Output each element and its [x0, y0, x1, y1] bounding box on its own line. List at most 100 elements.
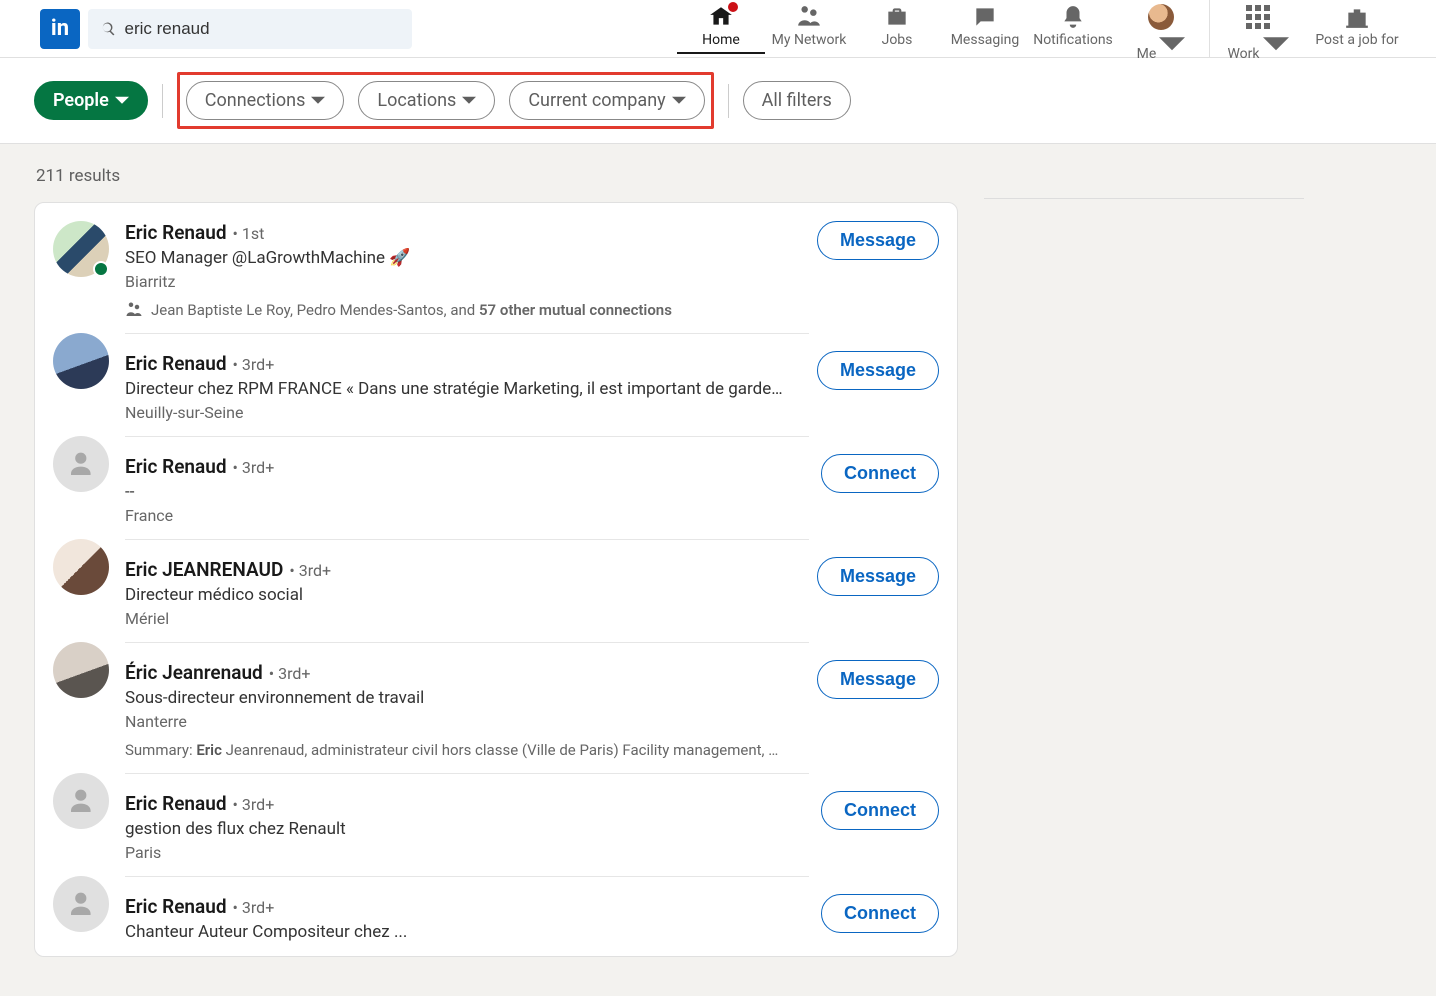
primary-nav: Home My Network Jobs Messaging Notificat…	[677, 0, 1412, 58]
caret-down-icon	[311, 94, 325, 108]
nav-work[interactable]: Work	[1214, 0, 1302, 62]
filter-all-filters[interactable]: All filters	[743, 81, 851, 120]
nav-notifications[interactable]: Notifications	[1029, 0, 1117, 48]
result-main: Éric Jeanrenaud • 3rd+ Sous-directeur envi…	[125, 642, 809, 759]
result-action-col: Connect	[809, 436, 939, 525]
connection-degree: • 3rd+	[269, 664, 311, 683]
filter-divider	[728, 84, 729, 118]
filter-locations[interactable]: Locations	[358, 81, 495, 120]
right-rail-placeholder	[984, 198, 1304, 206]
result-avatar[interactable]	[53, 221, 109, 277]
linkedin-logo[interactable]: in	[40, 9, 80, 49]
connect-button[interactable]: Connect	[821, 454, 939, 493]
search-box[interactable]	[88, 9, 412, 49]
message-button[interactable]: Message	[817, 660, 939, 699]
filter-divider	[162, 84, 163, 118]
nav-home[interactable]: Home	[677, 0, 765, 48]
results-count: 211 results	[36, 166, 1402, 186]
result-action-col: Connect	[809, 876, 939, 942]
connection-degree: • 1st	[233, 224, 265, 243]
network-icon	[796, 4, 822, 30]
search-result: Eric Renaud• 1stSEO Manager @LaGrowthMac…	[53, 203, 939, 333]
connection-degree: • 3rd+	[233, 898, 275, 917]
result-action-col: Message	[809, 642, 939, 759]
result-main: Eric Renaud• 1stSEO Manager @LaGrowthMac…	[125, 221, 809, 319]
result-name-link[interactable]: Eric JEANRENAUD	[125, 558, 283, 581]
connection-degree: • 3rd+	[289, 561, 331, 580]
result-avatar[interactable]	[53, 642, 109, 698]
result-name-link[interactable]: Eric Renaud	[125, 455, 227, 478]
search-result: Eric JEANRENAUD • 3rd+ Directeur médico so…	[53, 539, 939, 642]
search-icon	[100, 20, 117, 38]
result-location: Neuilly-sur-Seine	[125, 403, 809, 422]
search-result: Eric Renaud • 3rd+ -- France Connect	[53, 436, 939, 539]
briefcase-icon	[884, 4, 910, 30]
result-avatar[interactable]	[53, 876, 109, 932]
result-name-link[interactable]: Eric Renaud	[125, 221, 227, 244]
nav-me[interactable]: Me	[1117, 0, 1205, 62]
search-result: Éric Jeanrenaud • 3rd+ Sous-directeur envi…	[53, 642, 939, 773]
nav-post-job[interactable]: Post a job for	[1302, 0, 1412, 48]
connection-degree: • 3rd+	[233, 355, 275, 374]
result-action-col: Message	[809, 539, 939, 628]
message-icon	[972, 4, 998, 30]
result-main: Eric Renaud • 3rd+ gestion des flux chez R…	[125, 773, 809, 862]
grid-icon	[1246, 5, 1270, 29]
result-action-col: Message	[809, 333, 939, 422]
result-headline: Directeur chez RPM FRANCE « Dans une str…	[125, 379, 785, 399]
notification-badge	[726, 0, 740, 14]
result-summary: Summary: Eric Jeanrenaud, administrateur…	[125, 741, 785, 759]
global-header: in Home My Network Jobs Messaging Notifi…	[0, 0, 1436, 58]
result-action-col: Message	[809, 221, 939, 319]
result-name-link[interactable]: Éric Jeanrenaud	[125, 661, 263, 684]
connect-button[interactable]: Connect	[821, 791, 939, 830]
filter-people[interactable]: People	[34, 81, 148, 120]
filter-connections[interactable]: Connections	[186, 81, 345, 120]
search-filter-bar: People Connections Locations Current com…	[0, 58, 1436, 144]
people-icon	[125, 301, 143, 319]
caret-down-icon	[115, 94, 129, 108]
results-card: Eric Renaud• 1stSEO Manager @LaGrowthMac…	[34, 202, 958, 957]
caret-down-icon	[1159, 32, 1185, 58]
result-avatar[interactable]	[53, 773, 109, 829]
result-name-link[interactable]: Eric Renaud	[125, 895, 227, 918]
result-avatar[interactable]	[53, 539, 109, 595]
me-avatar	[1148, 4, 1174, 30]
result-headline: Chanteur Auteur Compositeur chez ...	[125, 922, 785, 942]
result-main: Eric JEANRENAUD • 3rd+ Directeur médico so…	[125, 539, 809, 628]
highlighted-filter-group: Connections Locations Current company	[177, 72, 714, 129]
result-avatar[interactable]	[53, 333, 109, 389]
result-main: Eric Renaud • 3rd+ Directeur chez RPM FRAN…	[125, 333, 809, 422]
post-job-icon	[1344, 4, 1370, 30]
message-button[interactable]: Message	[817, 557, 939, 596]
result-name-link[interactable]: Eric Renaud	[125, 352, 227, 375]
result-headline: gestion des flux chez Renault	[125, 819, 785, 839]
message-button[interactable]: Message	[817, 351, 939, 390]
search-results-region: 211 results Eric Renaud• 1stSEO Manager …	[0, 144, 1436, 971]
result-headline: --	[125, 482, 785, 502]
nav-messaging[interactable]: Messaging	[941, 0, 1029, 48]
search-result: Eric Renaud • 3rd+ Chanteur Auteur Composi…	[53, 876, 939, 956]
filter-current-company[interactable]: Current company	[509, 81, 704, 120]
nav-jobs[interactable]: Jobs	[853, 0, 941, 48]
nav-divider	[1209, 0, 1210, 58]
result-name-link[interactable]: Eric Renaud	[125, 792, 227, 815]
caret-down-icon	[1263, 32, 1289, 58]
search-input[interactable]	[125, 19, 400, 39]
result-action-col: Connect	[809, 773, 939, 862]
message-button[interactable]: Message	[817, 221, 939, 260]
result-headline: Sous-directeur environnement de travail	[125, 688, 785, 708]
bell-icon	[1060, 4, 1086, 30]
result-location: France	[125, 506, 809, 525]
search-result: Eric Renaud • 3rd+ gestion des flux chez R…	[53, 773, 939, 876]
connection-degree: • 3rd+	[233, 458, 275, 477]
caret-down-icon	[462, 94, 476, 108]
result-location: Paris	[125, 843, 809, 862]
connect-button[interactable]: Connect	[821, 894, 939, 933]
result-main: Eric Renaud • 3rd+ -- France	[125, 436, 809, 525]
mutual-connections: Jean Baptiste Le Roy, Pedro Mendes-Santo…	[125, 301, 809, 319]
result-avatar[interactable]	[53, 436, 109, 492]
connection-degree: • 3rd+	[233, 795, 275, 814]
result-headline: Directeur médico social	[125, 585, 785, 605]
nav-network[interactable]: My Network	[765, 0, 853, 48]
